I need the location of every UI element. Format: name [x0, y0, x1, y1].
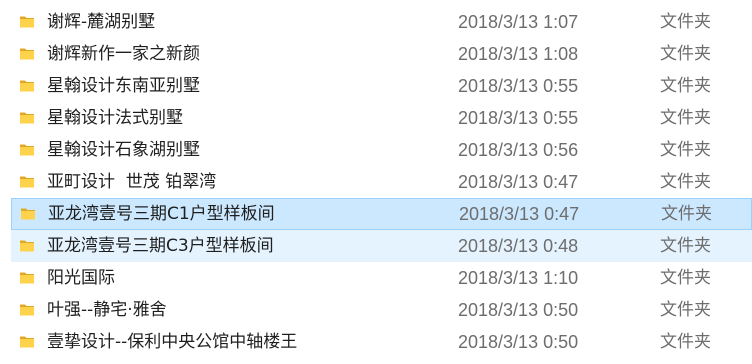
list-item-hovered[interactable]: 亚龙湾壹号三期C3户型样板间 2018/3/13 0:48 文件夹 — [11, 230, 752, 262]
file-date-modified: 2018/3/13 0:55 — [458, 108, 579, 128]
list-item[interactable]: 谢辉-麓湖别墅 2018/3/13 1:07 文件夹 — [0, 6, 752, 38]
file-date-modified: 2018/3/13 0:47 — [458, 172, 579, 192]
list-item[interactable]: 谢辉新作一家之新颜 2018/3/13 1:08 文件夹 — [0, 38, 752, 70]
file-type: 文件夹 — [660, 300, 711, 320]
file-date-modified: 2018/3/13 0:47 — [459, 204, 580, 224]
list-item[interactable]: 阳光国际 2018/3/13 1:10 文件夹 — [0, 262, 752, 294]
file-name: 谢辉新作一家之新颜 — [47, 44, 200, 64]
folder-icon — [19, 174, 35, 189]
file-type: 文件夹 — [660, 268, 711, 288]
file-date-modified: 2018/3/13 1:08 — [458, 44, 579, 64]
file-type: 文件夹 — [660, 332, 711, 352]
list-item[interactable]: 壹挚设计--保利中央公馆中轴楼王 2018/3/13 0:50 文件夹 — [0, 326, 752, 358]
folder-icon — [19, 78, 35, 93]
folder-icon — [19, 142, 35, 157]
list-item-selected[interactable]: 亚龙湾壹号三期C1户型样板间 2018/3/13 0:47 文件夹 — [11, 198, 752, 230]
list-item[interactable]: 亚町设计 世茂 铂翠湾 2018/3/13 0:47 文件夹 — [0, 166, 752, 198]
file-name: 阳光国际 — [47, 268, 115, 288]
file-name: 谢辉-麓湖别墅 — [47, 12, 156, 32]
file-date-modified: 2018/3/13 0:48 — [458, 236, 579, 256]
folder-icon — [19, 110, 35, 125]
folder-icon — [20, 206, 36, 221]
file-list: 谢辉-麓湖别墅 2018/3/13 1:07 文件夹 谢辉新作一家之新颜 201… — [0, 6, 752, 358]
file-name: 叶强--静宅·雅舍 — [47, 300, 167, 320]
folder-icon — [19, 334, 35, 349]
folder-icon — [19, 270, 35, 285]
file-type: 文件夹 — [660, 12, 711, 32]
file-date-modified: 2018/3/13 1:10 — [458, 268, 579, 288]
list-item[interactable]: 星翰设计法式别墅 2018/3/13 0:55 文件夹 — [0, 102, 752, 134]
file-date-modified: 2018/3/13 0:56 — [458, 140, 579, 160]
file-name: 星翰设计法式别墅 — [47, 108, 183, 128]
file-type: 文件夹 — [660, 236, 711, 256]
file-date-modified: 2018/3/13 1:07 — [458, 12, 579, 32]
file-name: 星翰设计石象湖别墅 — [47, 140, 200, 160]
file-type: 文件夹 — [660, 44, 711, 64]
file-date-modified: 2018/3/13 0:50 — [458, 332, 579, 352]
file-name: 星翰设计东南亚别墅 — [47, 76, 200, 96]
list-item[interactable]: 叶强--静宅·雅舍 2018/3/13 0:50 文件夹 — [0, 294, 752, 326]
list-item[interactable]: 星翰设计石象湖别墅 2018/3/13 0:56 文件夹 — [0, 134, 752, 166]
file-name: 壹挚设计--保利中央公馆中轴楼王 — [47, 332, 298, 352]
file-type: 文件夹 — [661, 204, 712, 224]
file-name: 亚町设计 世茂 铂翠湾 — [47, 172, 217, 192]
file-type: 文件夹 — [660, 172, 711, 192]
file-explorer-window: { "files": [ {"name": "谢辉-麓湖别墅", "date":… — [0, 0, 752, 364]
file-date-modified: 2018/3/13 0:50 — [458, 300, 579, 320]
list-item[interactable]: 星翰设计东南亚别墅 2018/3/13 0:55 文件夹 — [0, 70, 752, 102]
file-type: 文件夹 — [660, 140, 711, 160]
folder-icon — [19, 14, 35, 29]
folder-icon — [19, 46, 35, 61]
file-type: 文件夹 — [660, 108, 711, 128]
file-type: 文件夹 — [660, 76, 711, 96]
file-date-modified: 2018/3/13 0:55 — [458, 76, 579, 96]
folder-icon — [19, 238, 35, 253]
file-name: 亚龙湾壹号三期C1户型样板间 — [48, 204, 275, 224]
file-name: 亚龙湾壹号三期C3户型样板间 — [47, 236, 274, 256]
folder-icon — [19, 302, 35, 317]
